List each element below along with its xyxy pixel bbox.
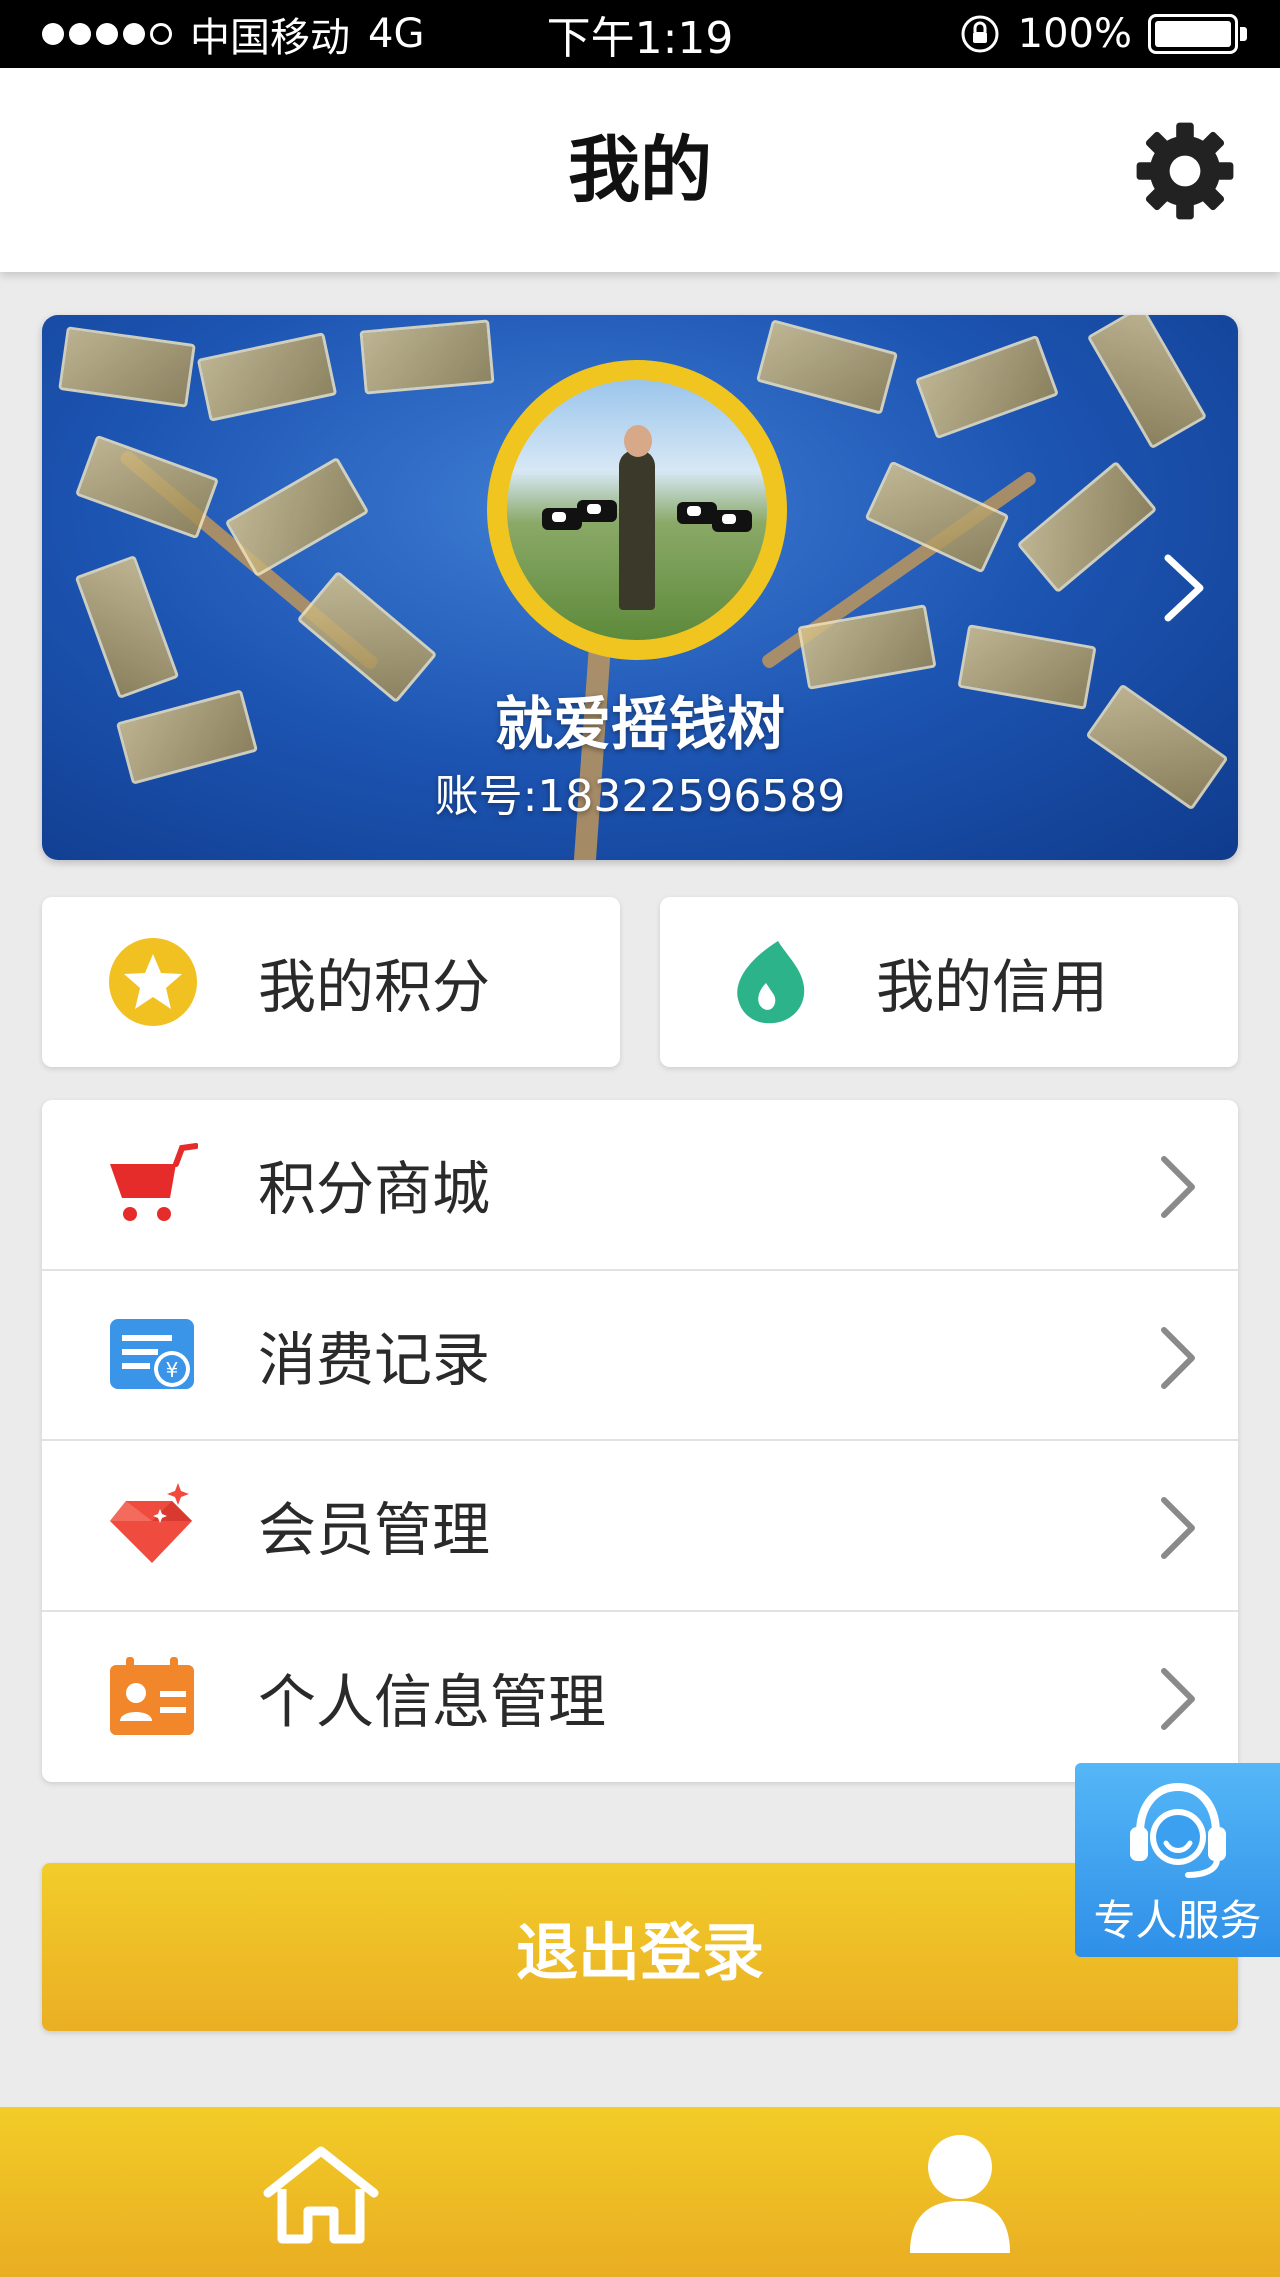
- customer-service-button[interactable]: 专人服务: [1075, 1763, 1280, 1957]
- menu-list: 积分商城 ¥ 消费记录 会员管理 个人信息管理: [42, 1100, 1238, 1782]
- chevron-right-icon: [1161, 1156, 1195, 1218]
- avatar-ring: [487, 360, 787, 660]
- battery-icon: [1148, 14, 1247, 54]
- svg-text:¥: ¥: [166, 1358, 179, 1382]
- dollar-bill: [1086, 315, 1208, 450]
- receipt-icon: ¥: [110, 1318, 194, 1389]
- chevron-right-icon: [1161, 1667, 1195, 1730]
- chevron-right-icon: [1161, 1497, 1195, 1559]
- menu-label: 积分商城: [258, 1155, 491, 1224]
- rotation-lock-icon: [961, 15, 999, 53]
- dollar-bill: [914, 334, 1060, 440]
- profile-account: 账号:18322596589: [434, 771, 846, 822]
- logout-button[interactable]: 退出登录: [42, 1863, 1238, 2031]
- signal-strength-icon: [42, 23, 172, 45]
- service-label: 专人服务: [1093, 1896, 1262, 1945]
- profile-name: 就爱摇钱树: [494, 690, 785, 758]
- profile-card[interactable]: 就爱摇钱树 账号:18322596589: [42, 315, 1238, 860]
- battery-percent: 100%: [1017, 11, 1132, 57]
- status-left: 中国移动 4G: [42, 5, 424, 63]
- menu-label: 个人信息管理: [258, 1667, 607, 1736]
- avatar[interactable]: [507, 380, 767, 640]
- dollar-bill: [1016, 460, 1158, 594]
- dollar-bill: [58, 326, 196, 408]
- menu-item-consumption-record[interactable]: ¥ 消费记录: [42, 1271, 1238, 1441]
- tab-bar: [0, 2107, 1280, 2277]
- star-icon: [109, 938, 197, 1026]
- chevron-right-icon: [1161, 1326, 1195, 1389]
- chevron-right-icon[interactable]: [1158, 553, 1208, 623]
- tile-label: 我的积分: [258, 953, 491, 1021]
- tile-label: 我的信用: [876, 953, 1109, 1021]
- home-icon[interactable]: [258, 2145, 384, 2245]
- menu-item-points-mall[interactable]: 积分商城: [42, 1100, 1238, 1271]
- person-icon[interactable]: [906, 2129, 1014, 2257]
- nav-bar: 我的: [0, 68, 1280, 272]
- dollar-bill: [755, 319, 899, 415]
- status-bar: 中国移动 4G 下午1:19 100%: [0, 0, 1280, 68]
- dollar-bill: [359, 319, 495, 395]
- page-title: 我的: [567, 128, 712, 212]
- menu-label: 消费记录: [258, 1325, 491, 1394]
- gear-icon[interactable]: [1130, 116, 1240, 226]
- menu-item-member-management[interactable]: 会员管理: [42, 1441, 1238, 1612]
- dollar-bill: [864, 460, 1010, 574]
- menu-label: 会员管理: [258, 1496, 491, 1565]
- network-label: 4G: [368, 11, 425, 57]
- dollar-bill: [196, 332, 338, 422]
- menu-item-personal-info[interactable]: 个人信息管理: [42, 1612, 1238, 1783]
- tile-my-credit[interactable]: 我的信用: [660, 897, 1238, 1067]
- tile-my-points[interactable]: 我的积分: [42, 897, 620, 1067]
- headset-icon: [1129, 1782, 1226, 1878]
- drop-icon: [737, 941, 805, 1024]
- status-right: 100%: [958, 11, 1247, 57]
- diamond-icon: [110, 1483, 192, 1564]
- cart-icon: [110, 1143, 198, 1222]
- dollar-bill: [224, 456, 370, 578]
- id-card-icon: [110, 1656, 194, 1735]
- carrier-label: 中国移动: [190, 15, 350, 61]
- dollar-bill: [74, 434, 220, 540]
